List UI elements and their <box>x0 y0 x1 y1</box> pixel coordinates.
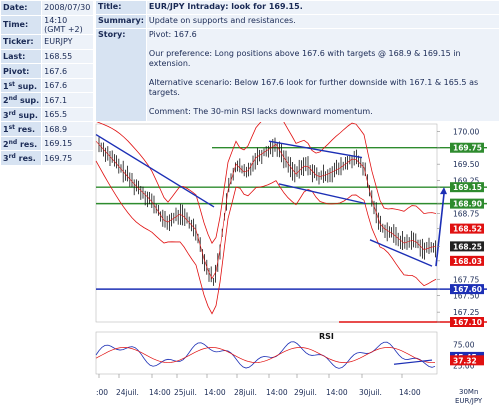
price-tick-label: 168.75 <box>453 209 479 218</box>
price-highlight-label: 168.52 <box>453 225 482 234</box>
summary-label: Summary: <box>95 14 147 29</box>
x-tick-label: 14:00 <box>326 388 348 397</box>
title-row: Title: EUR/JPY Intraday: look for 169.15… <box>95 0 500 15</box>
last-row: Last: 168.55 <box>0 48 94 65</box>
sup3-row: 3rd sup. 165.5 <box>0 106 94 123</box>
x-tick-label: 28juil. <box>234 388 257 397</box>
x-tick-label: 14:00 <box>399 388 421 397</box>
x-tick-label: 29juil. <box>294 388 317 397</box>
time-value-clock: 14:10 <box>44 15 68 25</box>
pivot-value: 167.6 <box>41 63 94 79</box>
price-highlight-label: 169.15 <box>453 183 482 192</box>
price-highlight-label: 167.60 <box>453 285 482 294</box>
quote-info-table: Date: 2008/07/30 Time: 14:10 (GMT +2) Ti… <box>0 0 94 166</box>
date-value: 2008/07/30 <box>41 0 94 16</box>
res3-row: 3rd res. 169.75 <box>0 150 94 166</box>
summary-value: Update on supports and resistances. <box>145 14 500 29</box>
rsi-plot: RSI <box>95 331 438 375</box>
x-tick-label: :00 <box>96 388 108 397</box>
story-comment: Comment: The 30-min RSI lacks downward m… <box>148 107 373 116</box>
date-label: Date: <box>0 0 43 16</box>
story-row: Story: Pivot: 167.6 Our preference: Long… <box>95 28 500 122</box>
analysis-summary-table: Title: EUR/JPY Intraday: look for 169.15… <box>95 0 500 122</box>
x-tick-label: 24juil. <box>116 388 139 397</box>
sup1-row: 1st sup. 167.6 <box>0 77 94 94</box>
sup1-value: 167.6 <box>41 77 94 94</box>
ticker-value: EURJPY <box>41 34 94 50</box>
ticker-label: Ticker: <box>0 34 43 50</box>
chart-canvas: RSI 170.00169.75169.50169.25169.15168.90… <box>95 107 487 405</box>
rsi-title: RSI <box>319 332 334 341</box>
projection-arrow-head <box>440 187 447 195</box>
res3-value: 169.75 <box>41 150 94 166</box>
price-tick-label: 169.50 <box>453 160 479 169</box>
story-pivot: Pivot: 167.6 <box>148 30 197 39</box>
price-tick-label: 167.75 <box>453 275 479 284</box>
rsi-value-label: 37.32 <box>453 356 477 365</box>
time-value-zone: (GMT +2) <box>44 24 83 34</box>
rsi-tick-label: 75.00 <box>453 341 475 350</box>
title-label: Title: <box>95 0 147 15</box>
res2-value: 169.15 <box>41 135 94 152</box>
res1-row: 1st res. 168.9 <box>0 121 94 137</box>
price-highlight-label: 167.10 <box>453 318 482 327</box>
price-highlight-label: 168.25 <box>453 242 482 251</box>
res2-row: 2nd res. 169.15 <box>0 135 94 152</box>
x-tick-label: 14:00 <box>266 388 288 397</box>
res1-label: 1st res. <box>0 121 43 137</box>
title-value: EUR/JPY Intraday: look for 169.15. <box>145 0 500 15</box>
ticker-row: Ticker: EURJPY <box>0 34 94 50</box>
story-alternative: Alternative scenario: Below 167.6 look f… <box>148 78 479 97</box>
timeframe-label: 30Mn <box>459 388 478 396</box>
ticker-footer-label: EUR/JPY <box>455 397 483 405</box>
sup2-row: 2nd sup. 167.1 <box>0 92 94 108</box>
x-tick-label: 14:00 <box>149 388 171 397</box>
time-value: 14:10 (GMT +2) <box>41 14 94 36</box>
last-value: 168.55 <box>41 48 94 65</box>
sup2-value: 167.1 <box>41 92 94 108</box>
story-label: Story: <box>95 28 147 122</box>
pivot-label: Pivot: <box>0 63 43 79</box>
x-tick-label: 30juil. <box>359 388 382 397</box>
price-chart: RSI 170.00169.75169.50169.25169.15168.90… <box>94 107 500 407</box>
sup1-label: 1st sup. <box>0 77 43 94</box>
last-label: Last: <box>0 48 43 65</box>
summary-row: Summary: Update on supports and resistan… <box>95 14 500 29</box>
story-preference: Our preference: Long positions above 167… <box>148 49 461 68</box>
price-tick-label: 167.25 <box>453 308 479 317</box>
date-row: Date: 2008/07/30 <box>0 0 94 16</box>
price-highlight-label: 169.75 <box>453 144 482 153</box>
rsi-frame <box>95 331 438 375</box>
sup3-value: 165.5 <box>41 106 94 123</box>
res1-value: 168.9 <box>41 121 94 137</box>
price-highlight-label: 168.90 <box>453 200 482 209</box>
pivot-row: Pivot: 167.6 <box>0 63 94 79</box>
res3-label: 3rd res. <box>0 150 43 166</box>
sup3-label: 3rd sup. <box>0 106 43 123</box>
price-highlight-label: 168.03 <box>453 257 482 266</box>
sup2-label: 2nd sup. <box>0 92 43 108</box>
main-plot <box>95 107 487 323</box>
x-tick-label: 14:00 <box>204 388 226 397</box>
res2-label: 2nd res. <box>0 135 43 152</box>
x-tick-label: 25juil. <box>174 388 197 397</box>
price-tick-label: 170.00 <box>453 127 479 136</box>
time-row: Time: 14:10 (GMT +2) <box>0 14 94 36</box>
time-label: Time: <box>0 14 43 36</box>
story-text: Pivot: 167.6 Our preference: Long positi… <box>145 28 500 122</box>
